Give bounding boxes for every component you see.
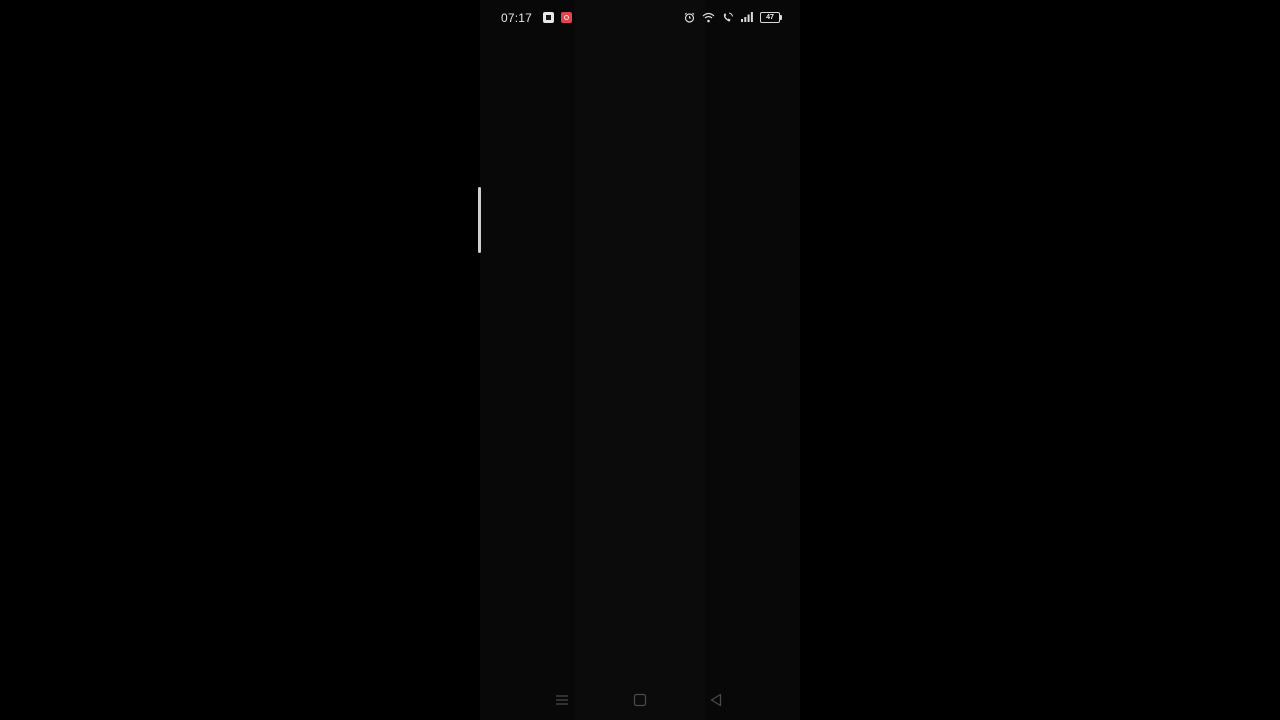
system-status-icons: 47 bbox=[684, 10, 782, 24]
signal-icon bbox=[741, 12, 753, 22]
home-square-icon bbox=[633, 693, 647, 707]
phone-screen: 07:17 47 bbox=[480, 0, 800, 720]
navigation-bar bbox=[480, 680, 800, 720]
edge-panel-handle[interactable] bbox=[478, 187, 481, 253]
back-triangle-icon bbox=[710, 693, 722, 707]
home-button[interactable] bbox=[630, 690, 650, 710]
status-bar: 07:17 47 bbox=[480, 0, 800, 36]
wifi-icon bbox=[702, 12, 715, 23]
status-time: 07:17 bbox=[501, 11, 533, 25]
back-button[interactable] bbox=[706, 690, 726, 710]
app-notification-icon bbox=[543, 12, 554, 23]
alarm-icon bbox=[684, 12, 695, 23]
menu-icon bbox=[556, 695, 568, 705]
recent-apps-button[interactable] bbox=[552, 690, 572, 710]
wifi-calling-icon bbox=[722, 12, 734, 23]
battery-icon: 47 bbox=[760, 11, 782, 23]
camera-app-icon bbox=[561, 12, 572, 23]
